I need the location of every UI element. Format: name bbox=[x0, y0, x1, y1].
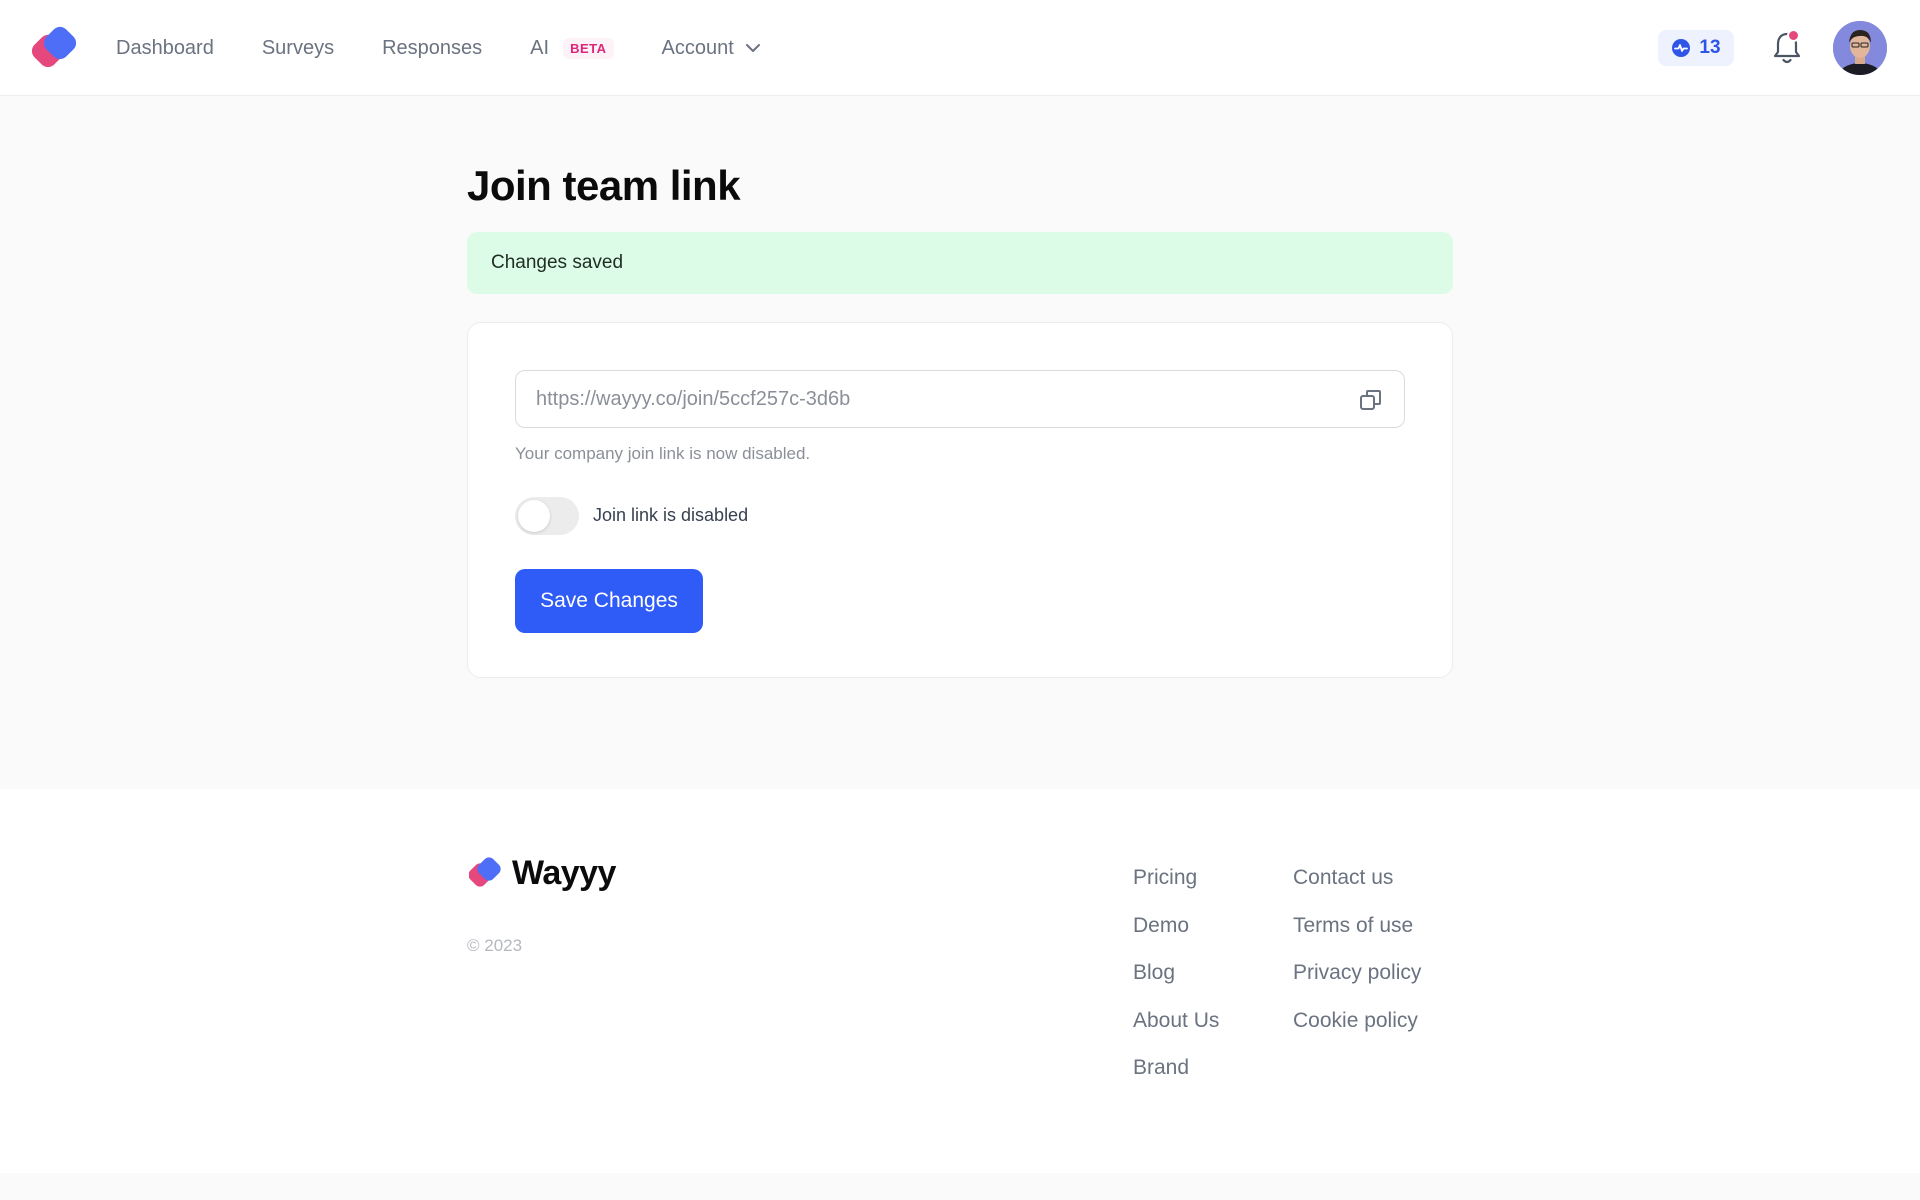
join-link-value: https://wayyy.co/join/5ccf257c-3d6b bbox=[536, 387, 851, 410]
avatar-portrait bbox=[1833, 21, 1887, 75]
footer-logo-icon[interactable] bbox=[469, 856, 503, 890]
success-alert-text: Changes saved bbox=[491, 252, 624, 273]
copy-icon[interactable] bbox=[1358, 387, 1384, 413]
join-link-card: https://wayyy.co/join/5ccf257c-3d6b Your… bbox=[467, 322, 1453, 678]
credits-badge[interactable]: 13 bbox=[1658, 30, 1734, 66]
join-link-helper-text: Your company join link is now disabled. bbox=[515, 444, 811, 463]
toggle-knob bbox=[518, 500, 550, 532]
footer-link-cookie-policy[interactable]: Cookie policy bbox=[1293, 1009, 1421, 1057]
footer-link-terms-of-use[interactable]: Terms of use bbox=[1293, 914, 1421, 962]
nav-ai[interactable]: AI BETA bbox=[530, 36, 614, 60]
footer-copyright: © 2023 bbox=[467, 936, 523, 955]
lightning-icon bbox=[1672, 39, 1691, 57]
footer-link-brand[interactable]: Brand bbox=[1133, 1056, 1219, 1104]
nav-ai-label: AI bbox=[530, 36, 550, 59]
nav-responses[interactable]: Responses bbox=[382, 37, 482, 60]
nav-responses-label: Responses bbox=[382, 36, 483, 59]
nav-surveys[interactable]: Surveys bbox=[262, 37, 334, 60]
nav-dashboard-label: Dashboard bbox=[116, 36, 214, 59]
nav-account-dropdown[interactable]: Account bbox=[662, 37, 762, 60]
join-link-toggle-label: Join link is disabled bbox=[593, 505, 749, 525]
footer-link-demo[interactable]: Demo bbox=[1133, 914, 1219, 962]
credits-count: 13 bbox=[1699, 37, 1721, 58]
main-nav: Dashboard Surveys Responses AI BETA Acco… bbox=[116, 0, 810, 96]
chevron-down-icon bbox=[745, 44, 760, 52]
footer-link-about-us[interactable]: About Us bbox=[1133, 1009, 1219, 1057]
footer-link-blog[interactable]: Blog bbox=[1133, 961, 1219, 1009]
wayyy-logo[interactable] bbox=[32, 25, 78, 71]
notification-dot bbox=[1787, 29, 1800, 42]
join-link-toggle[interactable] bbox=[515, 497, 579, 535]
save-changes-button[interactable]: Save Changes bbox=[515, 569, 703, 633]
footer-links-col-2: Contact us Terms of use Privacy policy C… bbox=[1293, 866, 1421, 1056]
footer bbox=[0, 789, 1920, 1173]
beta-badge: BETA bbox=[563, 37, 614, 59]
footer-link-pricing[interactable]: Pricing bbox=[1133, 866, 1219, 914]
footer-link-privacy-policy[interactable]: Privacy policy bbox=[1293, 961, 1421, 1009]
footer-bottom-strip bbox=[0, 1173, 1920, 1200]
user-avatar[interactable] bbox=[1833, 21, 1887, 75]
nav-dashboard[interactable]: Dashboard bbox=[116, 37, 214, 60]
footer-brand-name[interactable]: Wayyy bbox=[512, 854, 616, 893]
top-navbar: Dashboard Surveys Responses AI BETA Acco… bbox=[0, 0, 1920, 96]
page-title: Join team link bbox=[467, 162, 741, 209]
nav-surveys-label: Surveys bbox=[261, 36, 335, 59]
footer-links-col-1: Pricing Demo Blog About Us Brand bbox=[1133, 866, 1219, 1104]
success-alert: Changes saved bbox=[467, 232, 1453, 294]
join-link-field[interactable]: https://wayyy.co/join/5ccf257c-3d6b bbox=[515, 370, 1405, 428]
footer-link-contact-us[interactable]: Contact us bbox=[1293, 866, 1421, 914]
nav-account-label: Account bbox=[661, 36, 734, 59]
